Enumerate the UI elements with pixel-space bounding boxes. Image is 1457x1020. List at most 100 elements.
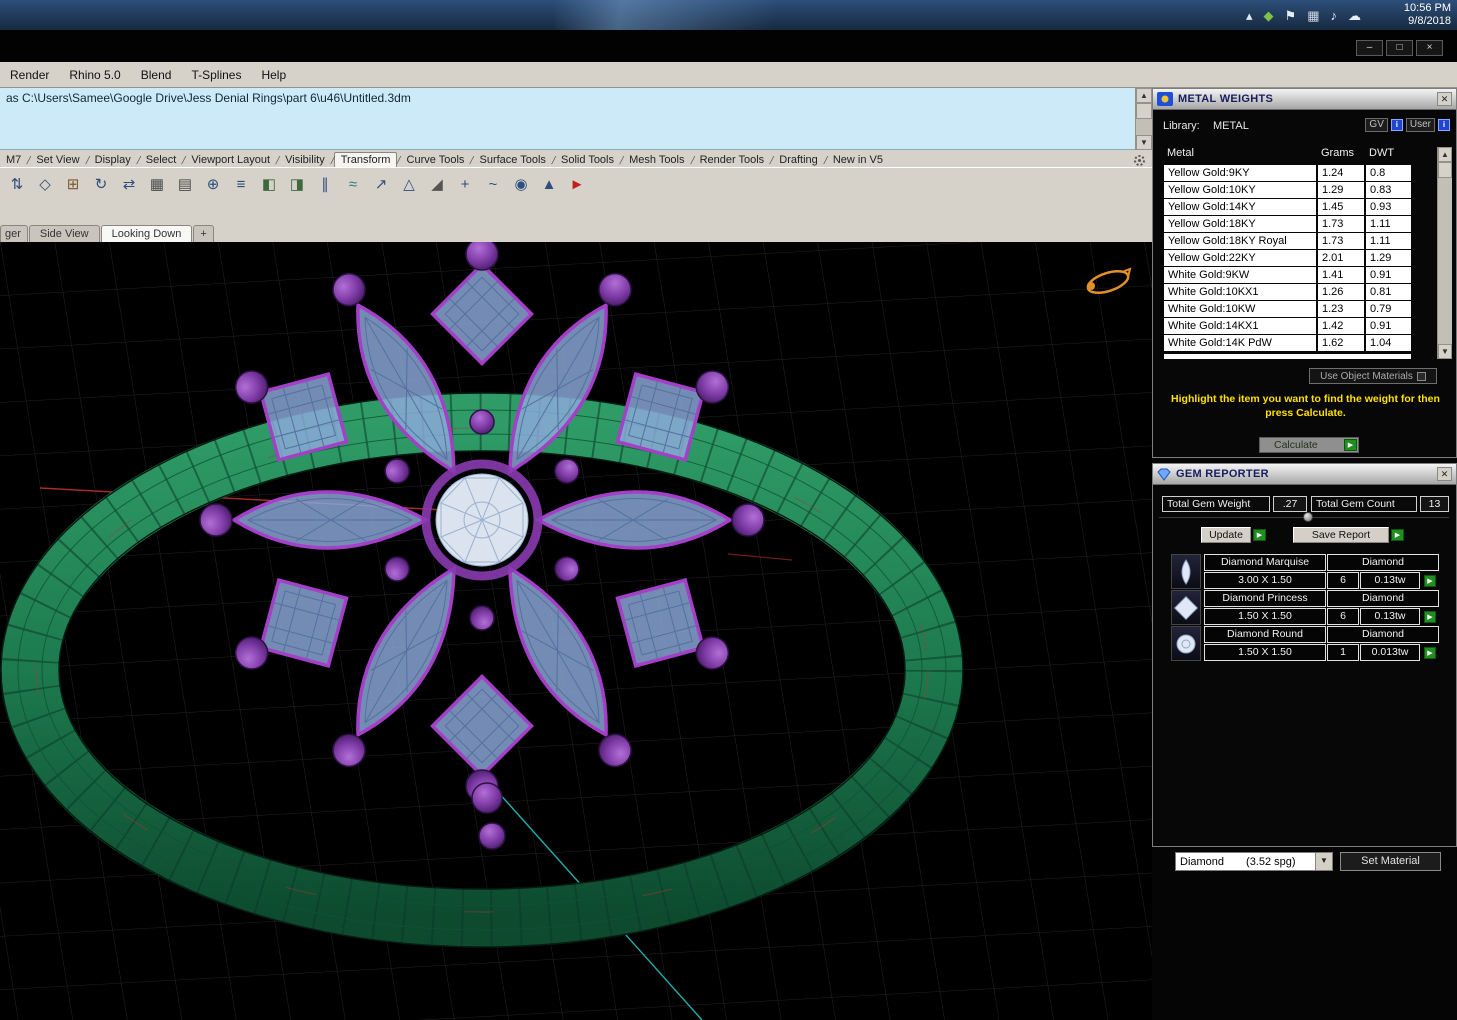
ribbon-tab-drafting[interactable]: Drafting <box>773 153 824 167</box>
splitter-knob[interactable] <box>1303 512 1313 522</box>
gem-reporter-close-icon[interactable]: ✕ <box>1437 467 1452 481</box>
gem-go-button[interactable]: ▶ <box>1421 644 1439 661</box>
ribbon-tab-solid-tools[interactable]: Solid Tools <box>555 153 620 167</box>
restore-button[interactable]: □ <box>1386 40 1413 56</box>
command-area[interactable]: as C:\Users\Samee\Google Drive\Jess Deni… <box>0 88 1152 150</box>
ribbon-tab-viewport-layout[interactable]: Viewport Layout <box>185 153 276 167</box>
ribbon-tab-render-tools[interactable]: Render Tools <box>694 153 771 167</box>
viewport-3d-scene[interactable] <box>0 237 1152 1020</box>
scroll-down-icon[interactable]: ▼ <box>1438 344 1452 359</box>
gem-row[interactable]: Diamond Marquise Diamond 3.00 X 1.50 6 0… <box>1153 554 1456 590</box>
taskbar-clock[interactable]: 10:56 PM 9/8/2018 <box>1404 2 1451 28</box>
command-scrollbar[interactable]: ▲ ▼ <box>1135 88 1152 150</box>
metal-row[interactable]: White Gold:9KW 1.41 0.91 <box>1164 267 1411 283</box>
scroll-thumb[interactable] <box>1438 162 1452 178</box>
menu-item-rhino-5-0[interactable]: Rhino 5.0 <box>59 68 130 82</box>
viewport-tab--[interactable]: + <box>193 225 214 242</box>
ribbon-tab-new-in-v5[interactable]: New in V5 <box>827 153 889 167</box>
gem-reporter-titlebar[interactable]: GEM REPORTER ✕ <box>1153 464 1456 485</box>
metal-row[interactable]: Yellow Gold:18KY 1.73 1.11 <box>1164 216 1411 232</box>
windows-taskbar[interactable]: ▴ ◆ ⚑ ▦ ♪ ☁ 10:56 PM 9/8/2018 <box>0 0 1457 30</box>
toolbar-icon-2[interactable]: ◇ <box>32 171 58 197</box>
metal-row[interactable]: Yellow Gold:14KY 1.45 0.93 <box>1164 199 1411 215</box>
toolbar-icon-7[interactable]: ▤ <box>172 171 198 197</box>
toolbar-icon-20[interactable]: ▲ <box>536 171 562 197</box>
scroll-down-icon[interactable]: ▼ <box>1136 135 1152 150</box>
ribbon-tab-set-view[interactable]: Set View <box>30 153 85 167</box>
metal-row[interactable]: Yellow Gold:18KY Royal 1.73 1.11 <box>1164 233 1411 249</box>
toolbar-icon-6[interactable]: ▦ <box>144 171 170 197</box>
metal-row[interactable]: White Gold:14KX1 1.42 0.91 <box>1164 318 1411 334</box>
calculate-arrow-icon[interactable]: ▶ <box>1344 439 1357 451</box>
metal-weights-titlebar[interactable]: METAL WEIGHTS ✕ <box>1153 89 1456 110</box>
calculate-button[interactable]: Calculate ▶ <box>1259 437 1359 453</box>
toolbar-icon-1[interactable]: ⇅ <box>4 171 30 197</box>
toolbar-icon-14[interactable]: ↗ <box>368 171 394 197</box>
viewport-tab-ger[interactable]: ger <box>0 225 28 242</box>
ribbon-tab-visibility[interactable]: Visibility <box>279 153 331 167</box>
save-report-arrow-icon[interactable]: ▶ <box>1391 529 1404 541</box>
use-object-materials-button[interactable]: Use Object Materials <box>1309 368 1437 384</box>
gv-button[interactable]: GV <box>1365 118 1388 132</box>
menu-item-help[interactable]: Help <box>251 68 296 82</box>
metal-table-scrollbar[interactable]: ▲ ▼ <box>1437 147 1452 359</box>
system-tray[interactable]: ▴ ◆ ⚑ ▦ ♪ ☁ <box>1246 0 1361 30</box>
save-report-button[interactable]: Save Report <box>1293 527 1389 543</box>
toolbar-icon-18[interactable]: ~ <box>480 171 506 197</box>
user-button[interactable]: User <box>1405 118 1435 132</box>
menu-item-blend[interactable]: Blend <box>131 68 182 82</box>
ribbon-tab-display[interactable]: Display <box>89 153 137 167</box>
ribbon-tab-mesh-tools[interactable]: Mesh Tools <box>623 153 690 167</box>
close-button[interactable]: × <box>1416 40 1443 56</box>
scroll-up-icon[interactable]: ▲ <box>1438 147 1452 162</box>
update-button[interactable]: Update <box>1201 527 1251 543</box>
menu-item-t-splines[interactable]: T-Splines <box>181 68 251 82</box>
ribbon-tab-curve-tools[interactable]: Curve Tools <box>401 153 471 167</box>
antivirus-icon[interactable]: ◆ <box>1264 9 1274 22</box>
ribbon-tab-surface-tools[interactable]: Surface Tools <box>473 153 551 167</box>
toolbar-icon-10[interactable]: ◧ <box>256 171 282 197</box>
metal-row[interactable]: Yellow Gold:22KY 2.01 1.29 <box>1164 250 1411 266</box>
toolbar-icon-4[interactable]: ↻ <box>88 171 114 197</box>
menu-item-render[interactable]: Render <box>0 68 59 82</box>
update-arrow-icon[interactable]: ▶ <box>1253 529 1266 541</box>
toolbar-icon-13[interactable]: ≈ <box>340 171 366 197</box>
viewport-3d[interactable] <box>0 237 1152 1020</box>
action-center-flag-icon[interactable]: ⚑ <box>1285 9 1297 22</box>
toolbar-icon-11[interactable]: ◨ <box>284 171 310 197</box>
gem-go-button[interactable]: ▶ <box>1421 608 1439 625</box>
metal-row[interactable]: White Gold:10KW 1.23 0.79 <box>1164 301 1411 317</box>
metal-row[interactable]: Yellow Gold:10KY 1.29 0.83 <box>1164 182 1411 198</box>
gem-go-button[interactable]: ▶ <box>1421 572 1439 589</box>
tab-options-gear-icon[interactable] <box>1133 154 1146 167</box>
toolbar-icon-9[interactable]: ≡ <box>228 171 254 197</box>
toolbar-icon-5[interactable]: ⇄ <box>116 171 142 197</box>
cloud-icon[interactable]: ☁ <box>1348 9 1361 22</box>
ribbon-tab-transform[interactable]: Transform <box>333 152 398 167</box>
center-round-gem[interactable] <box>435 473 529 567</box>
metal-row[interactable]: White Gold:10KX1 1.26 0.81 <box>1164 284 1411 300</box>
user-info-icon[interactable]: i <box>1438 119 1450 131</box>
toolbar-icon-12[interactable]: ∥ <box>312 171 338 197</box>
gv-info-icon[interactable]: i <box>1390 119 1403 131</box>
ribbon-tab-m7[interactable]: M7 <box>0 153 27 167</box>
gem-row[interactable]: Diamond Round Diamond 1.50 X 1.50 1 0.01… <box>1153 626 1456 662</box>
metal-row[interactable]: Yellow Gold:9KY 1.24 0.8 <box>1164 165 1411 181</box>
gem-row[interactable]: Diamond Princess Diamond 1.50 X 1.50 6 0… <box>1153 590 1456 626</box>
material-dropdown[interactable]: Diamond (3.52 spg) ▼ <box>1175 852 1333 871</box>
toolbar-icon-21[interactable]: ► <box>564 171 590 197</box>
viewport-tab-side-view[interactable]: Side View <box>28 225 100 242</box>
volume-icon[interactable]: ♪ <box>1331 9 1338 22</box>
scroll-up-icon[interactable]: ▲ <box>1136 88 1152 103</box>
toolbar-icon-15[interactable]: △ <box>396 171 422 197</box>
chevron-up-icon[interactable]: ▴ <box>1246 9 1253 22</box>
metal-row[interactable]: White Gold:14K PdW 1.62 1.04 <box>1164 335 1411 351</box>
toolbar-icon-17[interactable]: + <box>452 171 478 197</box>
toolbar-icon-8[interactable]: ⊕ <box>200 171 226 197</box>
set-material-button[interactable]: Set Material <box>1340 852 1441 871</box>
ribbon-tab-select[interactable]: Select <box>140 153 183 167</box>
toolbar-icon-16[interactable]: ◢ <box>424 171 450 197</box>
toolbar-icon-3[interactable]: ⊞ <box>60 171 86 197</box>
viewport-tab-looking-down[interactable]: Looking Down <box>100 225 193 242</box>
metal-weights-close-icon[interactable]: ✕ <box>1437 92 1452 106</box>
